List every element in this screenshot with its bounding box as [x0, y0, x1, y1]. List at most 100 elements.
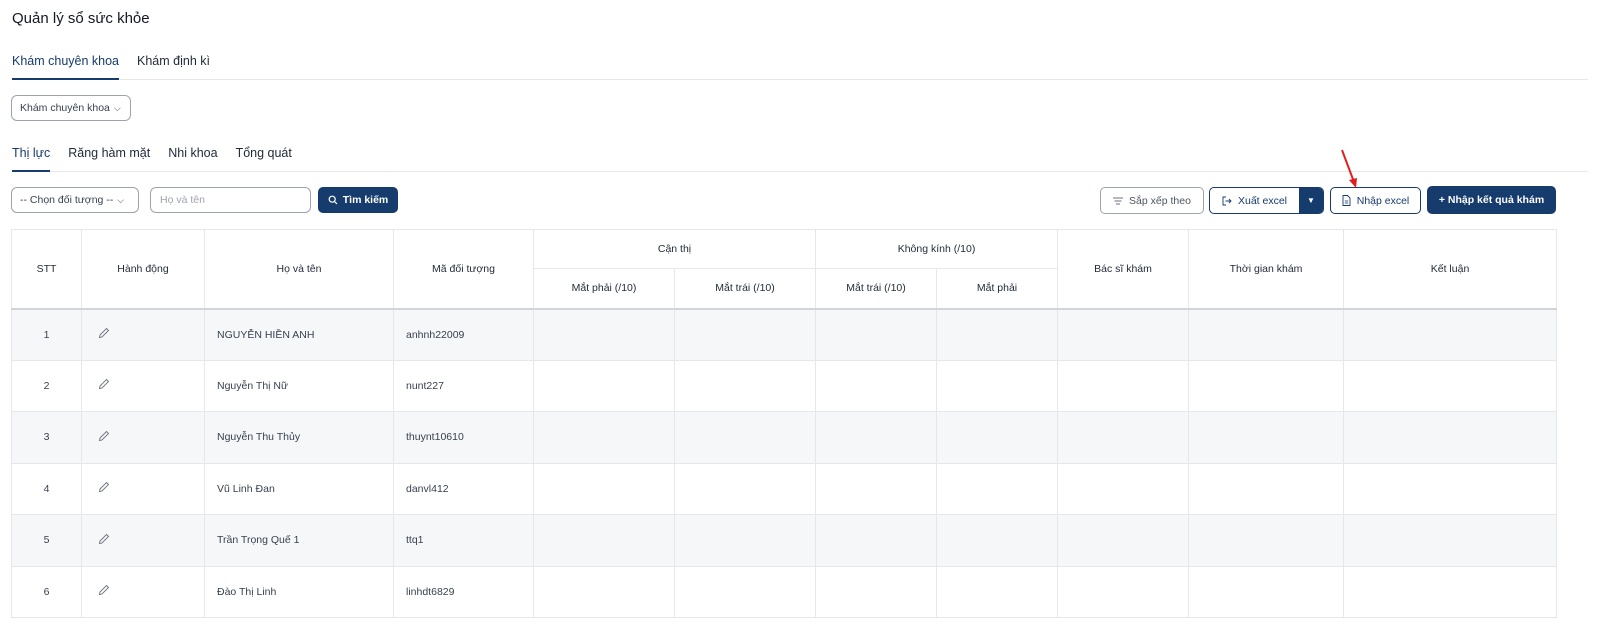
main-tabs: Khám chuyên khoa Khám định kì	[12, 50, 1588, 80]
edit-pencil-icon[interactable]	[98, 533, 110, 545]
import-excel-button[interactable]: Nhập excel	[1330, 187, 1421, 214]
sort-button-label: Sắp xếp theo	[1129, 194, 1191, 207]
edit-pencil-icon[interactable]	[98, 481, 110, 493]
subject-select[interactable]: -- Chọn đối tượng -- ⌵	[11, 187, 139, 213]
sort-icon	[1113, 197, 1124, 204]
cell-conclusion	[1343, 359, 1558, 412]
cell-name: NGUYỄN HIỀN ANH	[204, 308, 394, 361]
export-dropdown-toggle[interactable]: ▼	[1299, 188, 1323, 213]
search-button-label: Tìm kiếm	[342, 194, 389, 206]
cell-conclusion	[1343, 514, 1558, 567]
edit-pencil-icon[interactable]	[98, 378, 110, 390]
cell-name: Vũ Linh Đan	[204, 462, 394, 515]
cell-subject-code: nunt227	[393, 359, 534, 412]
cell-subject-code: linhdt6829	[393, 565, 534, 618]
header-no-glasses-group: Không kính (/10)	[814, 229, 1059, 269]
cell-name: Nguyễn Thu Thủy	[204, 411, 394, 464]
header-action: Hành động	[81, 229, 205, 309]
specialty-select[interactable]: Khám chuyên khoa ⌵	[11, 95, 131, 121]
cell-exam-time	[1188, 462, 1345, 515]
cell-myopia-right	[533, 514, 675, 567]
search-icon	[328, 195, 338, 205]
cell-no-glasses-left	[815, 462, 937, 515]
chevron-down-icon: ⌵	[113, 102, 121, 113]
header-myopia-left-eye: Mắt trái (/10)	[674, 268, 816, 309]
header-conclusion: Kết luận	[1343, 229, 1558, 309]
cell-myopia-left	[674, 411, 816, 464]
vision-results-table: STT Hành động Họ và tên Mã đối tượng Cận…	[11, 229, 1558, 618]
cell-doctor	[1057, 359, 1190, 412]
tab-periodic-exam[interactable]: Khám định kì	[137, 50, 210, 79]
cell-doctor	[1057, 514, 1190, 567]
cell-no-glasses-left	[815, 359, 937, 412]
cell-exam-time	[1188, 359, 1345, 412]
cell-stt: 4	[11, 462, 82, 515]
subject-select-value: -- Chọn đối tượng --	[20, 194, 114, 206]
table-row: 6 Đào Thị Linh linhdt6829	[11, 565, 1558, 618]
cell-action	[81, 359, 205, 412]
caret-down-icon: ▼	[1307, 196, 1315, 205]
cell-myopia-left	[674, 359, 816, 412]
cell-conclusion	[1343, 411, 1558, 464]
cell-subject-code: ttq1	[393, 514, 534, 567]
cell-doctor	[1057, 462, 1190, 515]
cell-conclusion	[1343, 565, 1558, 618]
cell-subject-code: anhnh22009	[393, 308, 534, 361]
search-button[interactable]: Tìm kiếm	[318, 187, 398, 213]
cell-subject-code: thuynt10610	[393, 411, 534, 464]
cell-conclusion	[1343, 462, 1558, 515]
table-row: 4 Vũ Linh Đan danvl412	[11, 462, 1558, 515]
cell-no-glasses-left	[815, 565, 937, 618]
cell-action	[81, 565, 205, 618]
edit-pencil-icon[interactable]	[98, 584, 110, 596]
subtab-general[interactable]: Tổng quát	[236, 143, 292, 171]
table-row: 1 NGUYỄN HIỀN ANH anhnh22009	[11, 308, 1558, 361]
specialty-select-value: Khám chuyên khoa	[20, 102, 110, 114]
annotation-arrow	[1341, 149, 1357, 188]
table-row: 2 Nguyễn Thị Nữ nunt227	[11, 359, 1558, 412]
cell-exam-time	[1188, 565, 1345, 618]
cell-myopia-left	[674, 514, 816, 567]
subtab-vision[interactable]: Thị lực	[12, 143, 51, 172]
cell-exam-time	[1188, 514, 1345, 567]
cell-no-glasses-left	[815, 308, 937, 361]
table-row: 5 Trần Trọng Quế 1 ttq1	[11, 514, 1558, 567]
cell-stt: 3	[11, 411, 82, 464]
subtab-dental[interactable]: Răng hàm mặt	[68, 143, 150, 171]
header-myopia-right-eye: Mắt phải (/10)	[533, 268, 675, 309]
cell-exam-time	[1188, 411, 1345, 464]
export-excel-button[interactable]: Xuất excel ▼	[1209, 187, 1324, 214]
cell-myopia-right	[533, 411, 675, 464]
cell-action	[81, 462, 205, 515]
edit-pencil-icon[interactable]	[98, 327, 110, 339]
cell-myopia-left	[674, 308, 816, 361]
sort-button[interactable]: Sắp xếp theo	[1100, 187, 1204, 214]
edit-pencil-icon[interactable]	[98, 430, 110, 442]
cell-stt: 2	[11, 359, 82, 412]
file-icon	[1342, 195, 1351, 206]
import-excel-label: Nhập excel	[1356, 194, 1410, 207]
cell-myopia-left	[674, 462, 816, 515]
subtab-pediatrics[interactable]: Nhi khoa	[168, 143, 217, 171]
page-title: Quản lý sổ sức khỏe	[12, 10, 150, 27]
cell-myopia-right	[533, 359, 675, 412]
cell-doctor	[1057, 308, 1190, 361]
cell-myopia-right	[533, 462, 675, 515]
table-row: 3 Nguyễn Thu Thủy thuynt10610	[11, 411, 1558, 464]
cell-doctor	[1057, 565, 1190, 618]
tab-specialty-exam[interactable]: Khám chuyên khoa	[12, 50, 120, 80]
cell-no-glasses-right	[935, 565, 1059, 618]
cell-action	[81, 411, 205, 464]
cell-subject-code: danvl412	[393, 462, 534, 515]
cell-no-glasses-right	[935, 514, 1059, 567]
export-icon	[1222, 196, 1232, 205]
cell-conclusion	[1343, 308, 1558, 361]
cell-exam-time	[1188, 308, 1345, 361]
name-search-input[interactable]	[150, 187, 311, 213]
cell-name: Trần Trọng Quế 1	[204, 514, 394, 567]
header-no-glasses-left-eye: Mắt trái (/10)	[815, 268, 937, 309]
header-myopia-group: Cận thị	[533, 229, 816, 269]
cell-action	[81, 308, 205, 361]
cell-stt: 1	[11, 308, 82, 361]
add-exam-result-button[interactable]: + Nhập kết quả khám	[1427, 186, 1556, 214]
